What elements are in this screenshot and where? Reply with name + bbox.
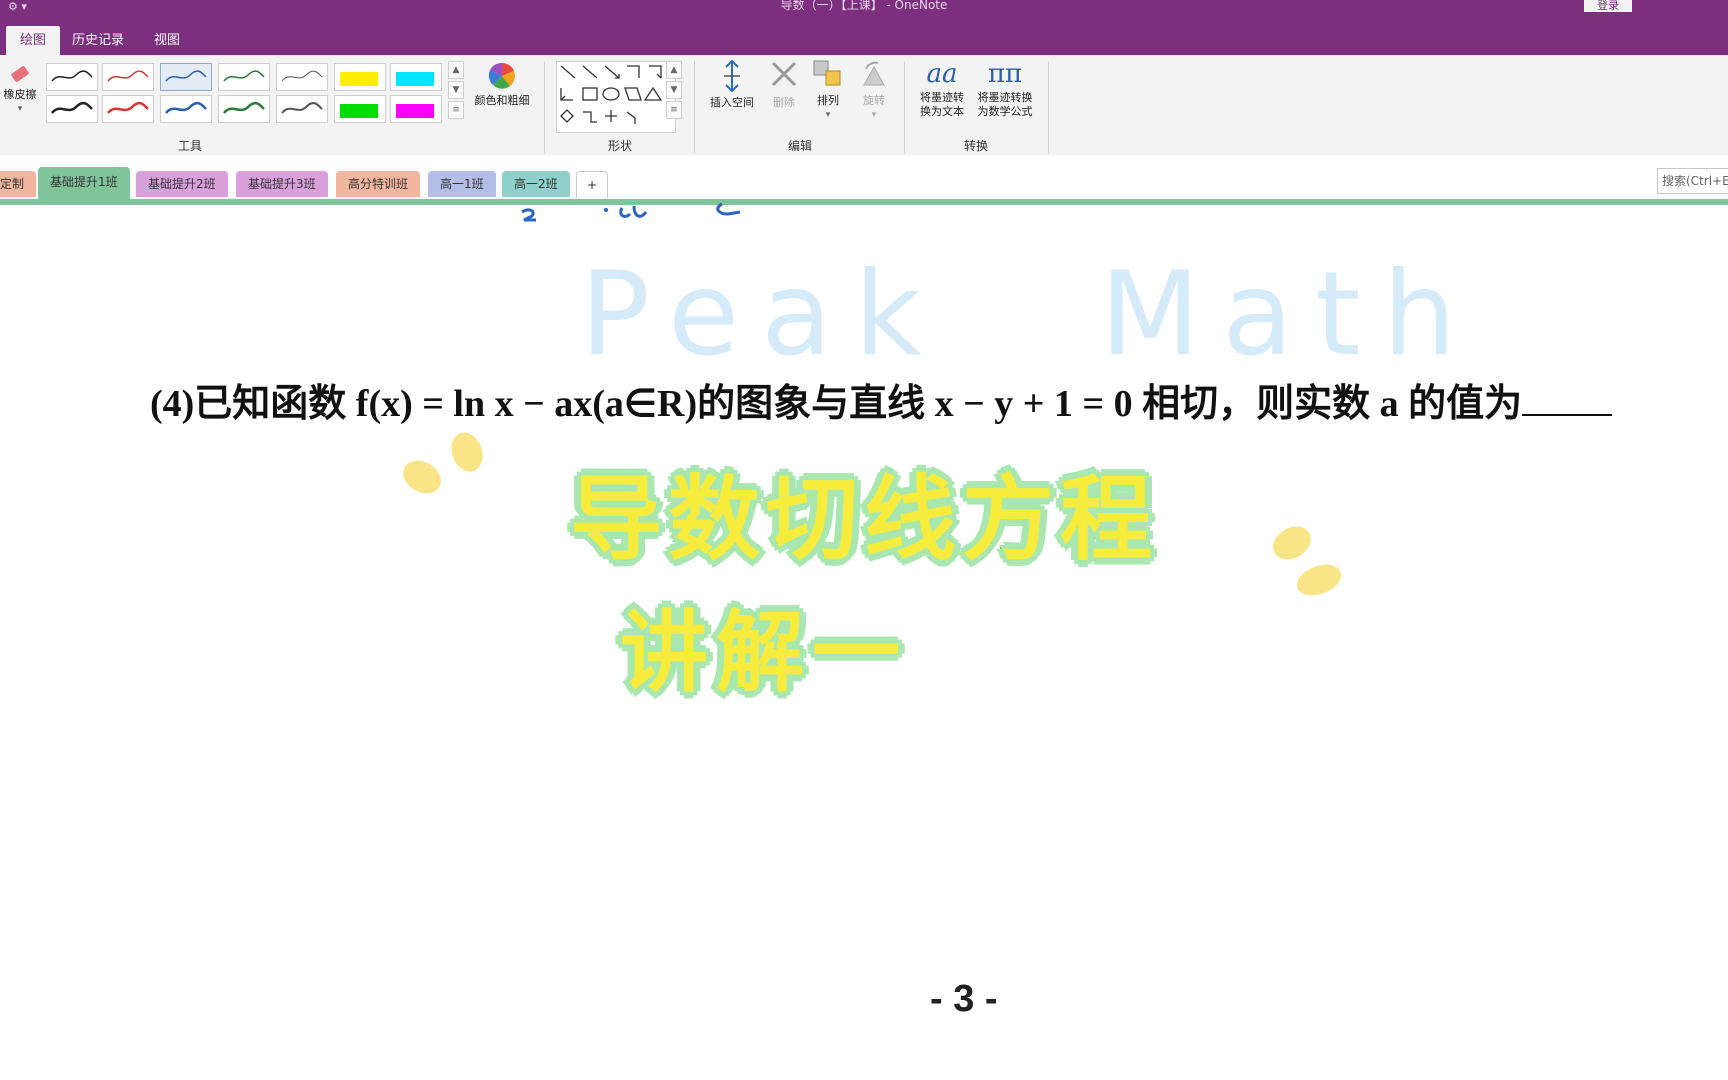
- section-tab-advanced[interactable]: 高分特训班: [336, 171, 421, 197]
- login-button[interactable]: 登录: [1584, 0, 1632, 12]
- arrange-icon: [813, 60, 841, 86]
- watermark-math: Math: [1100, 247, 1479, 382]
- shapes-scroll-up[interactable]: ▲: [666, 61, 682, 79]
- handwriting-ink: [518, 190, 758, 240]
- page-number: - 3 -: [930, 978, 998, 1020]
- pen-red-thin[interactable]: [102, 63, 154, 91]
- tab-history[interactable]: 历史记录: [58, 26, 138, 55]
- pens-more[interactable]: ≡: [448, 101, 464, 119]
- section-tab-basic-1[interactable]: 基础提升1班: [38, 167, 130, 199]
- shapes-scroll-down[interactable]: ▼: [666, 81, 682, 99]
- delete-button[interactable]: 删除: [766, 59, 802, 110]
- ink-to-text-label-2: 换为文本: [920, 105, 964, 118]
- pen-blue-thick[interactable]: [160, 95, 212, 123]
- insert-space-label: 插入空间: [710, 96, 754, 109]
- separator: [694, 61, 695, 153]
- ink-to-text-button[interactable]: aa 将墨迹转 换为文本: [914, 57, 970, 119]
- title-bar: ⚙ ▾ 导数（一）【上课】 - OneNote 登录: [0, 0, 1728, 20]
- ribbon-tab-bar: 绘图 历史记录 视图: [0, 20, 1728, 55]
- highlighter-yellow[interactable]: [334, 63, 386, 91]
- pens-scroll-down[interactable]: ▼: [448, 81, 464, 99]
- tab-draw[interactable]: 绘图: [6, 26, 61, 55]
- problem-statement: (4)已知函数 f(x) = ln x − ax(a∈R)的图象与直线 x − …: [150, 383, 1523, 425]
- ink-to-math-icon: ππ: [987, 59, 1023, 89]
- problem-text: (4)已知函数 f(x) = ln x − ax(a∈R)的图象与直线 x − …: [150, 372, 1613, 427]
- section-tab-basic-2[interactable]: 基础提升2班: [136, 171, 228, 197]
- highlighter-cyan[interactable]: [390, 63, 442, 91]
- watermark-peak: Peak: [580, 247, 944, 382]
- ink-to-math-label-2: 为数学公式: [977, 105, 1033, 118]
- highlighter-magenta[interactable]: [390, 95, 442, 123]
- pen-gray-thin[interactable]: [276, 63, 328, 91]
- rotate-button[interactable]: 旋转 ▾: [854, 59, 894, 122]
- highlighter-green[interactable]: [334, 95, 386, 123]
- pens-scroll-up[interactable]: ▲: [448, 61, 464, 79]
- answer-blank[interactable]: [1522, 382, 1613, 416]
- tab-view[interactable]: 视图: [140, 26, 194, 55]
- pen-green-thin[interactable]: [218, 63, 270, 91]
- ribbon: 橡皮擦 ▾ ▲ ▼ ≡ 颜色和粗细 工具 ▲ ▼ ≡ 形状 插入空间 删除 排列…: [0, 55, 1728, 156]
- ink-to-math-label-1: 将墨迹转换: [977, 91, 1033, 104]
- ink-strokes: [521, 202, 741, 222]
- section-tab-grade10-1[interactable]: 高一1班: [428, 171, 496, 197]
- pen-black-thick[interactable]: [46, 95, 98, 123]
- group-edit-label: 编辑: [787, 139, 812, 153]
- group-convert-label: 转换: [963, 139, 988, 153]
- search-input[interactable]: 搜索(Ctrl+E): [1657, 168, 1728, 194]
- arrange-label: 排列: [817, 94, 839, 107]
- eraser-icon: [11, 66, 29, 82]
- eraser-button[interactable]: 橡皮擦 ▾: [0, 61, 40, 116]
- ink-to-text-icon: aa: [926, 59, 958, 89]
- rotate-label: 旋转: [863, 94, 885, 107]
- section-tab-basic-3[interactable]: 基础提升3班: [236, 171, 328, 197]
- separator: [1048, 61, 1049, 153]
- shapes-more[interactable]: ≡: [666, 101, 682, 119]
- eraser-label: 橡皮擦: [3, 88, 37, 101]
- banner-title: 导数切线方程: [568, 465, 1158, 575]
- ink-to-text-label-1: 将墨迹转: [920, 91, 964, 104]
- pen-gray-thick[interactable]: [276, 95, 328, 123]
- insert-space-icon: [724, 59, 740, 93]
- ink-to-math-button[interactable]: ππ 将墨迹转换 为数学公式: [972, 57, 1038, 119]
- pen-green-thick[interactable]: [218, 95, 270, 123]
- delete-label: 删除: [773, 96, 795, 109]
- group-shapes-label: 形状: [607, 139, 632, 153]
- delete-icon: [771, 61, 797, 87]
- shapes-icons: [560, 65, 663, 124]
- insert-space-button[interactable]: 插入空间: [702, 59, 762, 110]
- pen-blue-thin[interactable]: [160, 63, 212, 91]
- color-wheel-icon: [488, 62, 515, 89]
- group-tools-label: 工具: [177, 139, 202, 153]
- pen-red-thick[interactable]: [102, 95, 154, 123]
- color-thickness-button[interactable]: 颜色和粗细: [466, 61, 538, 108]
- section-tab-custom[interactable]: 定制: [0, 171, 37, 197]
- pen-black-thin[interactable]: [46, 63, 98, 91]
- separator: [904, 61, 905, 153]
- arrange-button[interactable]: 排列 ▾: [808, 59, 848, 122]
- separator: [544, 61, 545, 153]
- shapes-gallery[interactable]: [556, 61, 676, 133]
- window-title: 导数（一）【上课】 - OneNote: [780, 0, 948, 12]
- rotate-icon: [863, 61, 885, 86]
- color-thickness-label: 颜色和粗细: [474, 94, 530, 107]
- banner-subtitle: 讲解一: [618, 600, 908, 706]
- section-tabs: 定制 基础提升1班 基础提升2班 基础提升3班 高分特训班 高一1班 高一2班 …: [0, 155, 1728, 201]
